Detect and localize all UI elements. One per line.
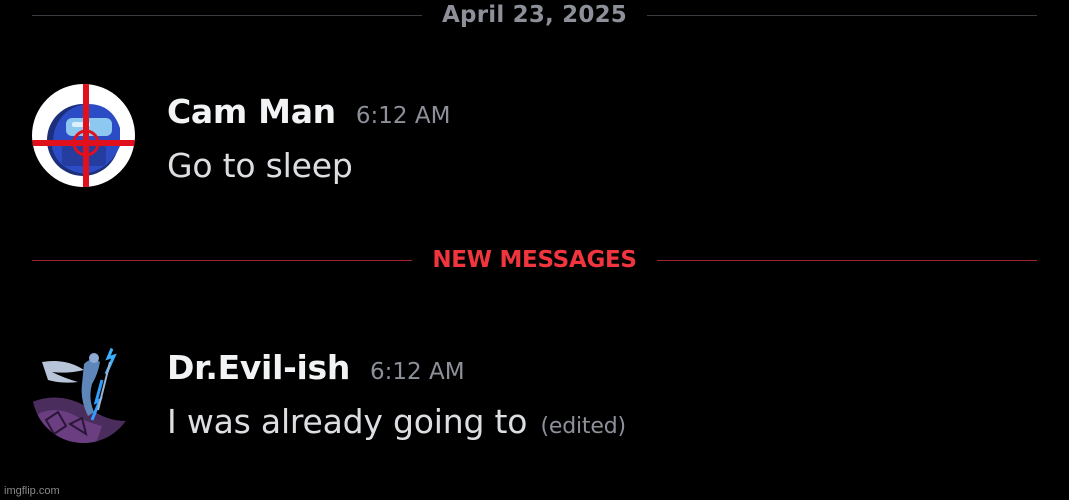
message-item[interactable]: Cam Man 6:12 AM Go to sleep <box>32 84 450 187</box>
message-text-row: I was already going to (edited) <box>167 402 626 441</box>
message-timestamp[interactable]: 6:12 AM <box>356 103 451 129</box>
avatar-winged-figure-image <box>32 340 135 443</box>
date-divider-label: April 23, 2025 <box>442 2 627 28</box>
message-text: I was already going to <box>167 402 528 441</box>
divider-line-left <box>32 14 423 16</box>
new-messages-label: NEW MESSAGES <box>432 247 637 273</box>
divider-line-right <box>656 259 1038 261</box>
avatar-cam-man[interactable] <box>32 84 135 187</box>
message-text: Go to sleep <box>167 146 353 185</box>
divider-line-right <box>646 14 1038 16</box>
message-item[interactable]: Dr.Evil-ish 6:12 AM I was already going … <box>32 340 626 443</box>
edited-indicator: (edited) <box>540 414 627 439</box>
avatar-crosshair-image <box>32 84 135 187</box>
username[interactable]: Cam Man <box>167 92 336 131</box>
new-messages-divider: NEW MESSAGES <box>32 247 1038 273</box>
username[interactable]: Dr.Evil-ish <box>167 348 350 387</box>
watermark: imgflip.com <box>4 485 60 497</box>
message-timestamp[interactable]: 6:12 AM <box>370 359 465 385</box>
divider-line-left <box>32 259 413 261</box>
avatar-dr-evil-ish[interactable] <box>32 340 135 443</box>
date-divider: April 23, 2025 <box>32 2 1038 28</box>
